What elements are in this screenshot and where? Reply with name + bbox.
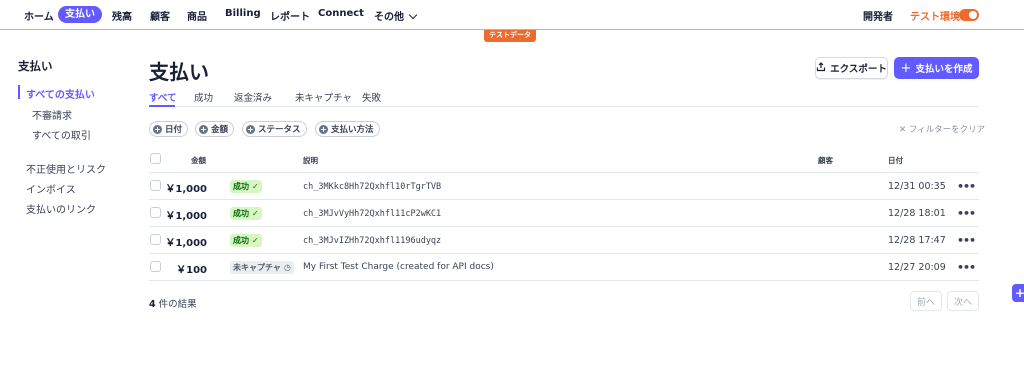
nav-products[interactable]: 商品 bbox=[187, 8, 207, 23]
filter-payment-method-label: 支払い方法 bbox=[331, 125, 374, 135]
sidebar-item-disputes[interactable]: 不審請求 bbox=[32, 107, 72, 122]
plus-circle-icon: + bbox=[246, 124, 255, 134]
column-header-description[interactable]: 説明 bbox=[303, 155, 318, 166]
row-amount: ￥1,000 bbox=[165, 238, 207, 249]
result-count-number: 4 bbox=[149, 299, 156, 310]
sidebar-item-all-transactions[interactable]: すべての取引 bbox=[32, 127, 91, 142]
tab-succeeded[interactable]: 成功 bbox=[194, 90, 213, 104]
checkmark-icon: ✓ bbox=[252, 209, 259, 218]
sidebar-title: 支払い bbox=[18, 59, 53, 73]
filter-amount-chip[interactable]: + 金額 bbox=[195, 121, 235, 137]
nav-connect[interactable]: Connect bbox=[318, 8, 364, 19]
sidebar-item-all-payments[interactable]: すべての支払い bbox=[26, 86, 95, 101]
toggle-knob bbox=[969, 11, 977, 19]
status-badge-label: 成功 bbox=[233, 209, 249, 218]
status-badge-label: 成功 bbox=[233, 236, 249, 245]
nav-payments[interactable]: 支払い bbox=[58, 6, 102, 23]
clear-filters-label: フィルターをクリア bbox=[908, 125, 986, 135]
nav-more[interactable]: その他 bbox=[374, 8, 418, 23]
test-mode-toggle[interactable] bbox=[959, 9, 979, 21]
export-button[interactable]: エクスポート bbox=[815, 57, 888, 79]
create-payment-button[interactable]: + 支払いを作成 bbox=[894, 57, 979, 79]
nav-home[interactable]: ホーム bbox=[24, 8, 54, 23]
nav-balances[interactable]: 残高 bbox=[112, 8, 132, 23]
filter-status-chip[interactable]: + ステータス bbox=[242, 121, 307, 137]
checkmark-icon: ✓ bbox=[252, 182, 259, 191]
previous-page-button[interactable]: 前へ bbox=[910, 291, 942, 311]
row-date: 12/28 17:47 bbox=[888, 235, 946, 246]
nav-customers[interactable]: 顧客 bbox=[150, 8, 170, 23]
more-options-icon[interactable]: ••• bbox=[957, 207, 976, 220]
column-header-amount[interactable]: 金額 bbox=[191, 155, 206, 166]
top-nav: ホーム 支払い 残高 顧客 商品 Billing レポート Connect その… bbox=[0, 0, 1024, 30]
filter-amount-label: 金額 bbox=[211, 125, 229, 135]
row-date: 12/27 20:09 bbox=[888, 262, 946, 273]
plus-circle-icon: + bbox=[319, 124, 328, 134]
table-divider bbox=[149, 199, 979, 200]
tab-all[interactable]: すべて bbox=[149, 90, 176, 104]
result-count-suffix: 件の結果 bbox=[158, 299, 197, 310]
filter-payment-method-chip[interactable]: + 支払い方法 bbox=[315, 121, 380, 137]
table-divider bbox=[149, 280, 979, 281]
filter-date-chip[interactable]: + 日付 bbox=[149, 121, 189, 137]
sidebar-item-payment-links[interactable]: 支払いのリンク bbox=[26, 201, 96, 216]
test-data-tag: テストデータ bbox=[484, 30, 536, 42]
next-page-button[interactable]: 次へ bbox=[947, 291, 979, 311]
row-description: ch_3MKkc8Hh72Qxhfl10rTgrTVB bbox=[303, 182, 442, 192]
sidebar-item-fraud-risk[interactable]: 不正使用とリスク bbox=[26, 161, 106, 176]
row-amount: ￥1,000 bbox=[165, 211, 207, 222]
nav-billing[interactable]: Billing bbox=[225, 8, 261, 19]
tab-refunded[interactable]: 返金済み bbox=[234, 90, 272, 104]
filter-status-label: ステータス bbox=[258, 125, 301, 135]
plus-icon: + bbox=[1015, 286, 1024, 300]
nav-developers[interactable]: 開発者 bbox=[863, 8, 893, 23]
row-description: ch_3MJvVyHh72Qxhfl11cP2wKC1 bbox=[303, 209, 442, 219]
tab-active-underline bbox=[149, 105, 175, 107]
create-payment-label: 支払いを作成 bbox=[915, 64, 973, 75]
clock-icon: ◷ bbox=[283, 263, 291, 272]
select-all-checkbox[interactable] bbox=[150, 153, 161, 164]
close-icon: ✕ bbox=[899, 125, 909, 135]
table-divider bbox=[149, 172, 979, 173]
more-options-icon[interactable]: ••• bbox=[957, 234, 976, 247]
export-label: エクスポート bbox=[830, 64, 887, 75]
test-mode-label: テスト環境 bbox=[910, 12, 960, 23]
sidebar-item-invoices[interactable]: インボイス bbox=[26, 181, 76, 196]
status-badge: 成功 ✓ bbox=[230, 207, 262, 220]
row-description: ch_3MJvIZHh72Qxhfl1196udyqz bbox=[303, 236, 442, 246]
plus-circle-icon: + bbox=[199, 124, 208, 134]
row-date: 12/31 00:35 bbox=[888, 181, 946, 192]
sidebar-active-indicator bbox=[18, 85, 20, 99]
row-date: 12/28 18:01 bbox=[888, 208, 946, 219]
nav-reports[interactable]: レポート bbox=[270, 8, 310, 23]
chevron-down-icon bbox=[408, 10, 418, 20]
status-badge-label: 未キャプチャ bbox=[233, 263, 281, 272]
tabs-divider bbox=[149, 106, 979, 107]
column-header-customer[interactable]: 顧客 bbox=[818, 155, 833, 166]
more-options-icon[interactable]: ••• bbox=[957, 261, 976, 274]
more-options-icon[interactable]: ••• bbox=[957, 180, 976, 193]
plus-icon: + bbox=[900, 60, 912, 76]
filter-date-label: 日付 bbox=[165, 125, 183, 135]
checkmark-icon: ✓ bbox=[252, 236, 259, 245]
tab-failed[interactable]: 失敗 bbox=[362, 90, 381, 104]
row-amount: ￥1,000 bbox=[165, 184, 207, 195]
row-amount: ￥100 bbox=[176, 265, 207, 276]
nav-more-label: その他 bbox=[374, 12, 404, 23]
floating-plus-button[interactable]: + bbox=[1012, 284, 1024, 302]
column-header-date[interactable]: 日付 bbox=[888, 155, 903, 166]
table-divider bbox=[149, 253, 979, 254]
clear-filters-button[interactable]: ✕ フィルターをクリア bbox=[899, 123, 985, 135]
status-badge: 成功 ✓ bbox=[230, 180, 262, 193]
page-title: 支払い bbox=[149, 60, 209, 84]
export-icon bbox=[816, 61, 826, 75]
status-badge: 未キャプチャ ◷ bbox=[230, 261, 294, 274]
row-description: My First Test Charge (created for API do… bbox=[303, 262, 494, 272]
tab-uncaptured[interactable]: 未キャプチャ bbox=[295, 90, 352, 104]
plus-circle-icon: + bbox=[153, 124, 162, 134]
result-count: 4 件の結果 bbox=[149, 296, 197, 310]
status-badge: 成功 ✓ bbox=[230, 234, 262, 247]
table-divider bbox=[149, 226, 979, 227]
status-badge-label: 成功 bbox=[233, 182, 249, 191]
